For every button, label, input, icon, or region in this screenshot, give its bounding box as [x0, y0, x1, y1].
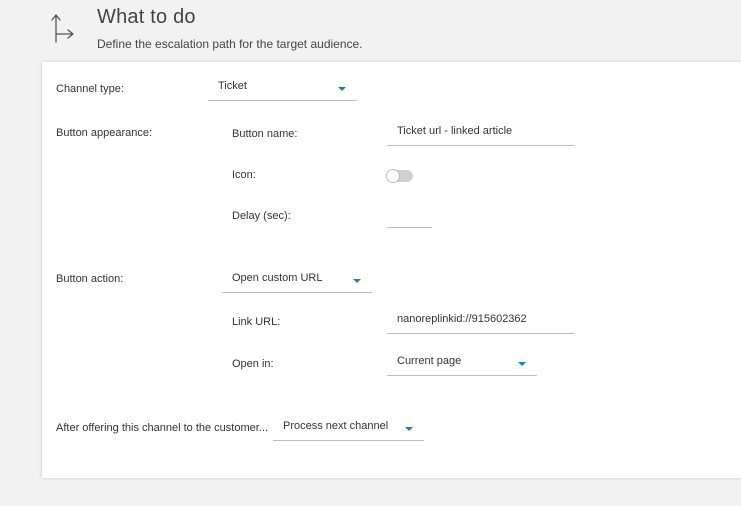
after-offering-select[interactable]: Process next channel: [273, 420, 424, 441]
channel-type-select[interactable]: Ticket: [208, 80, 357, 101]
button-action-select[interactable]: Open custom URL: [222, 272, 372, 293]
open-in-label: Open in:: [232, 358, 274, 370]
delay-label: Delay (sec):: [232, 210, 291, 222]
chevron-down-icon: [405, 427, 413, 431]
button-name-label: Button name:: [232, 128, 298, 140]
channel-type-value: Ticket: [218, 80, 247, 92]
channel-type-label: Channel type:: [56, 83, 124, 95]
chevron-down-icon: [338, 87, 346, 91]
page-title: What to do: [97, 6, 196, 28]
button-appearance-label: Button appearance:: [56, 127, 153, 139]
icon-label: Icon:: [232, 169, 256, 181]
escalation-card: Channel type: Ticket Button appearance: …: [42, 62, 741, 478]
delay-input[interactable]: [387, 207, 432, 228]
icon-toggle[interactable]: [386, 169, 413, 183]
after-offering-label: After offering this channel to the custo…: [56, 422, 268, 434]
open-in-value: Current page: [397, 355, 462, 367]
link-url-value: nanoreplinkid://915602362: [397, 313, 527, 325]
chevron-down-icon: [518, 362, 526, 366]
escalation-path-icon: [51, 14, 74, 43]
toggle-knob: [386, 169, 400, 183]
open-in-select[interactable]: Current page: [387, 355, 537, 376]
chevron-down-icon: [353, 279, 361, 283]
after-offering-value: Process next channel: [283, 420, 389, 432]
link-url-label: Link URL:: [232, 316, 281, 328]
link-url-input[interactable]: nanoreplinkid://915602362: [387, 313, 574, 334]
button-action-label: Button action:: [56, 273, 124, 285]
button-name-value: Ticket url - linked article: [397, 125, 513, 137]
page-subtitle: Define the escalation path for the targe…: [97, 37, 363, 51]
button-action-value: Open custom URL: [232, 272, 323, 284]
what-to-do-page: What to do Define the escalation path fo…: [0, 0, 741, 506]
button-name-input[interactable]: Ticket url - linked article: [387, 125, 574, 146]
